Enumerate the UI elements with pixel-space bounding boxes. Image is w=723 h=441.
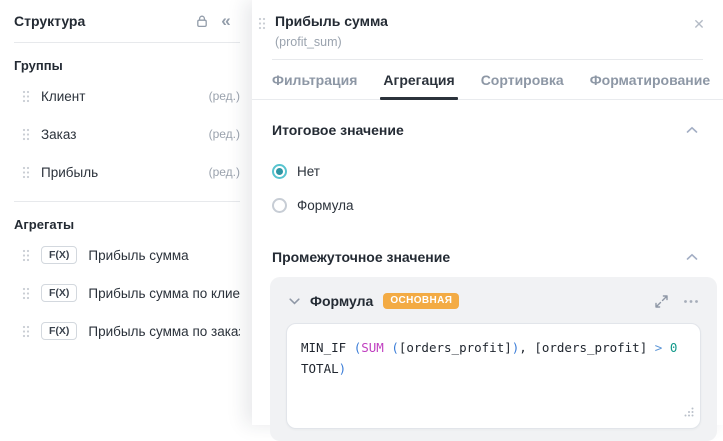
formula-card: Формула ОСНОВНАЯ MIN_IF (SUM ([orders_pr…: [270, 277, 717, 441]
sidebar-header: Структура «: [0, 0, 252, 42]
drawer-title-block: Прибыль сумма (profit_sum): [275, 13, 689, 49]
field-settings-drawer: Прибыль сумма (profit_sum) ✕ Фильтрация …: [252, 0, 723, 441]
aggregate-row-profit-sum-order[interactable]: F(X) Прибыль сумма по заказу: [0, 312, 252, 350]
drag-handle-icon[interactable]: [22, 325, 30, 338]
tab-formatting[interactable]: Форматирование: [590, 60, 710, 99]
chevron-up-icon[interactable]: [683, 248, 701, 266]
intermediate-value-section-header: Промежуточное значение: [252, 222, 723, 266]
total-value-section-header: Итоговое значение: [252, 100, 723, 139]
fx-badge: F(X): [41, 246, 78, 264]
drag-handle-icon[interactable]: [22, 90, 30, 103]
formula-card-header: Формула ОСНОВНАЯ: [286, 289, 701, 313]
intermediate-value-title: Промежуточное значение: [272, 249, 451, 265]
chevron-down-icon[interactable]: [286, 293, 302, 309]
radio-selected-icon[interactable]: [272, 163, 287, 179]
aggregate-label: Прибыль сумма по клие...: [88, 285, 240, 301]
tab-filtering[interactable]: Фильтрация: [272, 60, 357, 99]
radio-none-label: Нет: [297, 163, 320, 179]
group-row-order[interactable]: Заказ (ред.): [0, 115, 252, 153]
aggregate-row-profit-sum-client[interactable]: F(X) Прибыль сумма по клие...: [0, 274, 252, 312]
fx-badge: F(X): [41, 322, 78, 340]
close-icon[interactable]: ✕: [689, 14, 709, 34]
radio-unselected-icon[interactable]: [272, 197, 287, 213]
fx-badge: F(X): [41, 284, 78, 302]
group-edit-link[interactable]: (ред.): [209, 127, 240, 141]
group-row-profit[interactable]: Прибыль (ред.): [0, 153, 252, 191]
drag-handle-icon[interactable]: [22, 249, 30, 262]
radio-formula[interactable]: Формула: [272, 188, 703, 222]
lock-icon[interactable]: [190, 9, 214, 33]
tab-sorting[interactable]: Сортировка: [481, 60, 564, 99]
drawer-subtitle: (profit_sum): [275, 35, 342, 49]
structure-sidebar: Структура « Группы Клиент (ред.) Заказ (…: [0, 0, 252, 425]
group-label: Прибыль: [41, 164, 99, 180]
more-options-icon[interactable]: [681, 291, 701, 311]
drawer-header: Прибыль сумма (profit_sum) ✕: [252, 0, 723, 49]
group-edit-link[interactable]: (ред.): [209, 89, 240, 103]
group-row-client[interactable]: Клиент (ред.): [0, 77, 252, 115]
drag-handle-icon[interactable]: [22, 128, 30, 141]
total-value-options: Нет Формула: [252, 139, 723, 222]
resize-grip-icon[interactable]: [684, 402, 694, 423]
aggregates-header: Агрегаты: [14, 217, 75, 232]
drag-handle-icon[interactable]: [258, 17, 266, 30]
drag-handle-icon[interactable]: [22, 287, 30, 300]
groups-header: Группы: [14, 58, 63, 73]
tab-aggregation[interactable]: Агрегация: [380, 60, 458, 100]
aggregate-row-profit-sum[interactable]: F(X) Прибыль сумма: [0, 236, 252, 274]
total-value-title: Итоговое значение: [272, 122, 404, 138]
group-edit-link[interactable]: (ред.): [209, 165, 240, 179]
aggregate-label: Прибыль сумма по заказу: [88, 323, 240, 339]
aggregate-label: Прибыль сумма: [88, 247, 189, 263]
settings-tabs: Фильтрация Агрегация Сортировка Форматир…: [252, 60, 723, 100]
group-label: Клиент: [41, 88, 86, 104]
primary-badge: ОСНОВНАЯ: [383, 293, 460, 309]
drag-handle-icon[interactable]: [22, 166, 30, 179]
collapse-sidebar-icon[interactable]: «: [214, 9, 238, 33]
formula-line: MIN_IF (SUM ([orders_profit]), [orders_p…: [301, 340, 678, 355]
sidebar-title: Структура: [14, 13, 86, 29]
formula-card-title: Формула: [310, 293, 374, 309]
radio-none[interactable]: Нет: [272, 154, 703, 188]
formula-editor[interactable]: MIN_IF (SUM ([orders_profit]), [orders_p…: [286, 323, 701, 429]
group-label: Заказ: [41, 126, 77, 142]
radio-formula-label: Формула: [297, 197, 354, 213]
chevron-up-icon[interactable]: [683, 121, 701, 139]
drawer-title: Прибыль сумма: [275, 13, 388, 29]
formula-line: TOTAL): [301, 361, 347, 376]
expand-icon[interactable]: [651, 291, 671, 311]
